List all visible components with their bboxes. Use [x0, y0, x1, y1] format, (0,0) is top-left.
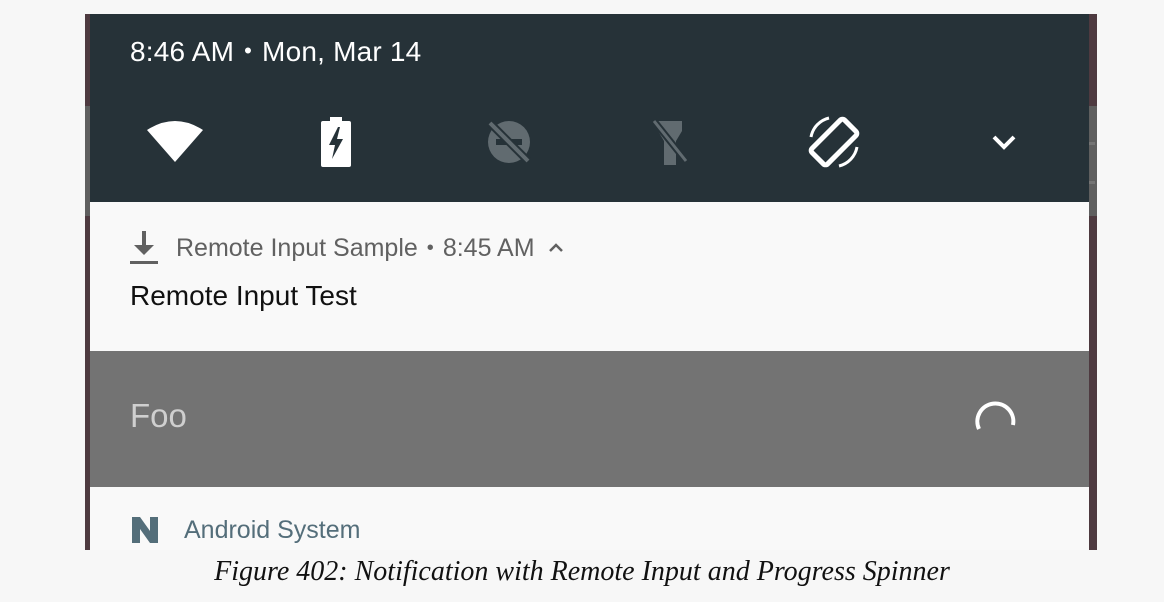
android-system-label: Android System — [184, 515, 361, 544]
progress-spinner-icon — [971, 395, 1019, 443]
quick-settings-header: 8:46 AM • Mon, Mar 14 — [90, 14, 1089, 202]
clock-time: 8:46 AM — [130, 36, 235, 67]
clock-date-row[interactable]: 8:46 AM • Mon, Mar 14 — [130, 36, 421, 68]
battery-saver-tile[interactable] — [304, 110, 368, 174]
auto-rotate-icon — [803, 111, 865, 173]
android-system-notification[interactable]: Android System — [90, 487, 1089, 550]
download-icon — [130, 231, 158, 265]
expand-chevron-icon — [991, 134, 1017, 150]
flashlight-tile[interactable] — [638, 110, 702, 174]
notification-app-name: Remote Input Sample — [176, 233, 418, 262]
notification-time: 8:45 AM — [442, 233, 535, 262]
notification-shade: 8:46 AM • Mon, Mar 14 Remote Input Sampl… — [85, 14, 1097, 550]
notification-title: Remote Input Test — [130, 280, 357, 311]
do-not-disturb-tile[interactable] — [477, 110, 541, 174]
notification-header: Remote Input Sample • 8:45 AM — [130, 228, 565, 268]
do-not-disturb-off-icon — [484, 117, 534, 167]
auto-rotate-tile[interactable] — [802, 110, 866, 174]
android-system-header: Android System — [130, 515, 360, 545]
date-label: Mon, Mar 14 — [262, 36, 422, 67]
notification-separator: • — [426, 236, 434, 259]
chevron-up-icon[interactable] — [547, 242, 565, 254]
flashlight-off-icon — [650, 117, 690, 167]
clock-separator: • — [244, 38, 253, 63]
expand-quick-settings-button[interactable] — [972, 110, 1036, 174]
figure-caption: Figure 402: Notification with Remote Inp… — [214, 556, 950, 587]
wifi-icon — [145, 120, 205, 164]
remote-input-notification[interactable]: Remote Input Sample • 8:45 AM Remote Inp… — [90, 202, 1089, 351]
wifi-tile[interactable] — [143, 110, 207, 174]
battery-saver-icon — [321, 117, 351, 167]
remote-input-area: Foo — [90, 351, 1089, 487]
remote-input-text: Foo — [130, 397, 187, 434]
android-n-icon — [130, 515, 160, 545]
